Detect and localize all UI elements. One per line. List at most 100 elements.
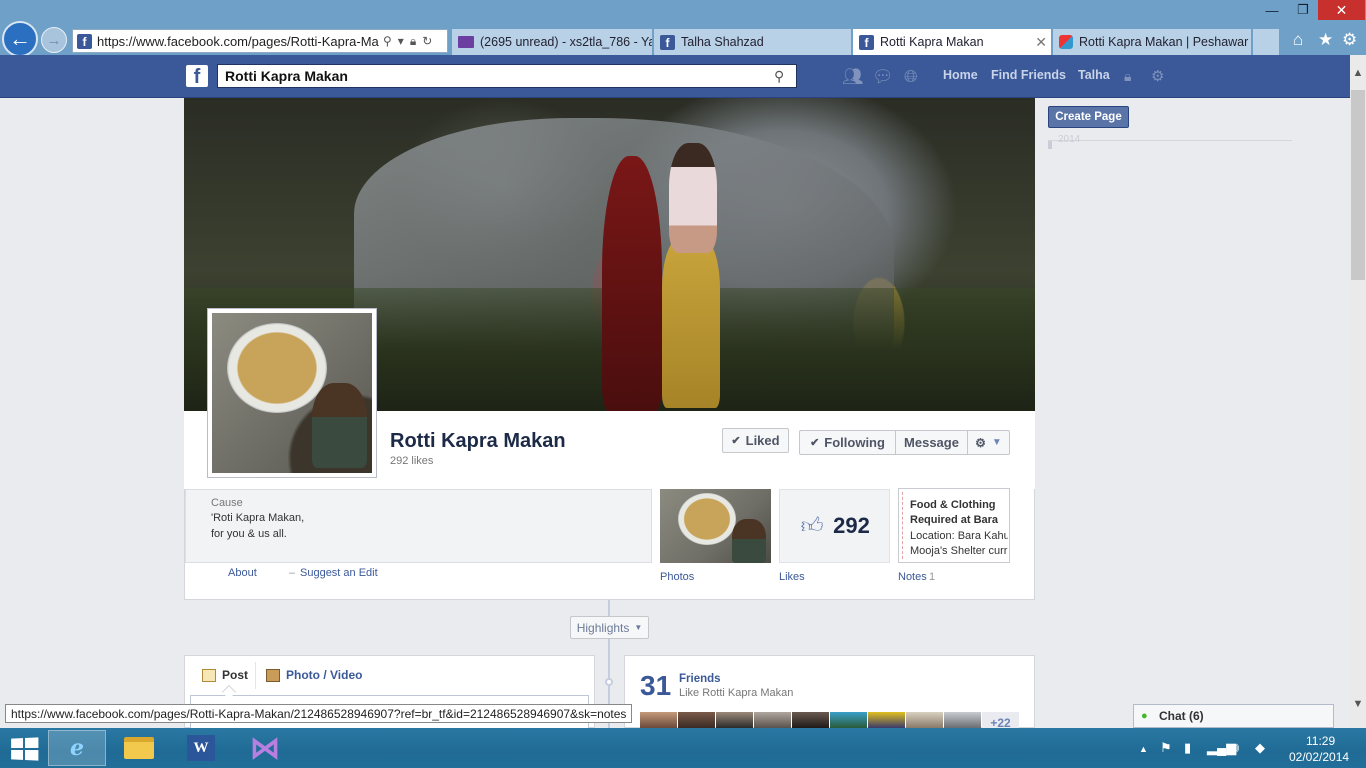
about-link[interactable]: About bbox=[228, 567, 257, 579]
likes-app-label[interactable]: Likes bbox=[779, 571, 805, 583]
nav-profile-link[interactable]: Talha bbox=[1078, 68, 1110, 82]
clock-date[interactable]: 02/02/2014 bbox=[1289, 750, 1349, 764]
suggest-edit-link[interactable]: Suggest an Edit bbox=[300, 567, 378, 579]
friend-avatar[interactable] bbox=[944, 712, 981, 728]
settings-gear-icon[interactable]: ⚙ bbox=[1151, 67, 1164, 85]
notes-app-label[interactable]: Notes bbox=[898, 571, 927, 583]
timeline-year-link[interactable]: 2014 bbox=[1058, 134, 1080, 143]
lock-icon[interactable]: 🔒︎ bbox=[410, 34, 416, 49]
scroll-thumb[interactable] bbox=[1351, 90, 1365, 280]
friend-avatar[interactable] bbox=[906, 712, 943, 728]
check-icon: ✔ bbox=[810, 437, 820, 449]
check-icon: ✔ bbox=[731, 435, 741, 447]
composer-post-label: Post bbox=[222, 668, 249, 682]
search-icon[interactable]: ⚲ bbox=[383, 34, 392, 49]
show-hidden-icons-icon[interactable]: ▲ bbox=[1139, 744, 1148, 754]
window-minimize-button[interactable]: — bbox=[1258, 0, 1286, 20]
windows-start-icon[interactable] bbox=[11, 737, 39, 761]
action-center-flag-icon[interactable]: ⚑ bbox=[1160, 740, 1172, 756]
tab-label: Rotti Kapra Makan bbox=[880, 35, 984, 49]
notes-app-count: 1 bbox=[929, 571, 936, 583]
window-restore-button[interactable]: ❐ bbox=[1289, 0, 1317, 20]
create-page-button[interactable]: Create Page bbox=[1048, 106, 1129, 128]
about-summary[interactable] bbox=[185, 489, 652, 563]
profile-person-shape bbox=[312, 383, 367, 468]
url-text[interactable]: https://www.facebook.com/pages/Rotti-Kap… bbox=[97, 34, 379, 49]
friends-count[interactable]: 31 bbox=[640, 670, 671, 702]
nav-home-link[interactable]: Home bbox=[943, 68, 978, 82]
message-button[interactable]: Message bbox=[895, 430, 967, 455]
search-value[interactable]: Rotti Kapra Makan bbox=[225, 68, 774, 84]
page-title[interactable]: Rotti Kapra Makan bbox=[390, 430, 566, 453]
browser-tab-peshawar[interactable]: Rotti Kapra Makan | Peshawar ... bbox=[1053, 29, 1251, 55]
page-scrollbar[interactable]: ▲ ▼ bbox=[1350, 55, 1366, 727]
dropbox-icon[interactable]: ◆ bbox=[1255, 740, 1265, 756]
browser-tab-rotti-kapra-makan-active[interactable]: f Rotti Kapra Makan ✕ bbox=[853, 29, 1051, 55]
notes-margin-line bbox=[902, 492, 904, 559]
page-likes-count: 292 likes bbox=[390, 455, 434, 467]
volume-icon[interactable]: 🔊︎ bbox=[1231, 740, 1239, 756]
friend-avatar[interactable] bbox=[792, 712, 829, 728]
chevron-down-icon: ▼ bbox=[634, 623, 643, 632]
search-icon[interactable]: ⚲ bbox=[774, 68, 796, 85]
friend-avatar[interactable] bbox=[640, 712, 677, 728]
likes-app-box[interactable]: 👍︎ 292 bbox=[779, 489, 890, 563]
friend-requests-icon[interactable]: 👥︎ bbox=[842, 67, 864, 87]
refresh-icon[interactable]: ↻ bbox=[422, 34, 432, 49]
messages-icon[interactable]: 💬︎ bbox=[872, 67, 894, 87]
power-icon[interactable]: ▮ bbox=[1184, 740, 1191, 756]
nav-find-friends-link[interactable]: Find Friends bbox=[991, 68, 1066, 82]
note-body: Location: Bara Kahu bbox=[910, 530, 1008, 542]
chat-sidebar-toggle[interactable]: ● Chat (6) bbox=[1133, 704, 1334, 728]
tab-label: Talha Shahzad bbox=[681, 35, 764, 49]
browser-tab-talha-shahzad[interactable]: f Talha Shahzad bbox=[654, 29, 851, 55]
back-button[interactable]: ← bbox=[2, 21, 38, 57]
new-tab-button[interactable] bbox=[1253, 29, 1279, 55]
friends-title[interactable]: Friends bbox=[679, 673, 721, 685]
microsoft-word-icon[interactable]: W bbox=[172, 730, 230, 766]
timeline-dot bbox=[605, 678, 613, 686]
search-input[interactable]: Rotti Kapra Makan ⚲ bbox=[217, 64, 797, 88]
friend-avatar[interactable] bbox=[678, 712, 715, 728]
page-options-button[interactable]: ⚙ ▼ bbox=[967, 430, 1010, 455]
visual-studio-icon[interactable]: ⋈ bbox=[236, 730, 294, 766]
browser-tab-yahoo-mail[interactable]: (2695 unread) - xs2tla_786 - Ya... bbox=[452, 29, 652, 55]
profile-photo bbox=[212, 313, 372, 473]
chat-label: Chat (6) bbox=[1159, 709, 1204, 723]
photo-person-shape bbox=[732, 519, 766, 563]
scroll-up-icon[interactable]: ▲ bbox=[1350, 67, 1366, 79]
file-explorer-icon[interactable] bbox=[110, 730, 168, 766]
close-tab-icon[interactable]: ✕ bbox=[1035, 34, 1047, 51]
dropdown-icon[interactable]: ▾ bbox=[398, 34, 404, 49]
composer-tab-photo-video[interactable]: Photo / Video bbox=[266, 668, 362, 682]
photos-app-label[interactable]: Photos bbox=[660, 571, 694, 583]
composer-tab-post[interactable]: Post bbox=[202, 668, 248, 682]
highlights-dropdown[interactable]: Highlights ▼ bbox=[570, 616, 649, 639]
notifications-globe-icon[interactable]: 🌐︎ bbox=[904, 67, 918, 87]
internet-explorer-icon[interactable]: e bbox=[48, 730, 106, 766]
photos-app-thumbnail[interactable] bbox=[660, 489, 771, 563]
mail-icon bbox=[458, 36, 474, 48]
tab-label: (2695 unread) - xs2tla_786 - Ya... bbox=[480, 35, 652, 49]
gear-icon[interactable]: ⚙ bbox=[1342, 30, 1357, 50]
chat-user-icon: ● bbox=[1141, 709, 1148, 722]
liked-button[interactable]: ✔ Liked bbox=[722, 428, 789, 453]
clock-time[interactable]: 11:29 bbox=[1306, 734, 1335, 748]
friend-avatar[interactable] bbox=[754, 712, 791, 728]
privacy-shortcuts-icon[interactable]: 🔒︎ bbox=[1124, 68, 1131, 85]
friend-avatar[interactable] bbox=[716, 712, 753, 728]
home-icon[interactable]: ⌂ bbox=[1293, 30, 1303, 50]
message-label: Message bbox=[904, 435, 959, 450]
forward-button[interactable]: → bbox=[41, 27, 67, 53]
facebook-logo-icon[interactable]: f bbox=[186, 65, 208, 87]
address-bar[interactable]: f https://www.facebook.com/pages/Rotti-K… bbox=[72, 29, 448, 53]
scroll-down-icon[interactable]: ▼ bbox=[1350, 698, 1366, 710]
friend-avatar[interactable] bbox=[830, 712, 867, 728]
profile-picture[interactable] bbox=[207, 308, 377, 478]
window-close-button[interactable]: ✕ bbox=[1318, 0, 1365, 20]
star-icon[interactable]: ★ bbox=[1318, 30, 1333, 50]
following-button[interactable]: ✔ Following bbox=[799, 430, 895, 455]
friend-avatar[interactable] bbox=[868, 712, 905, 728]
gear-icon: ⚙ bbox=[975, 435, 986, 450]
more-friends-button[interactable]: +22 bbox=[982, 712, 1019, 728]
